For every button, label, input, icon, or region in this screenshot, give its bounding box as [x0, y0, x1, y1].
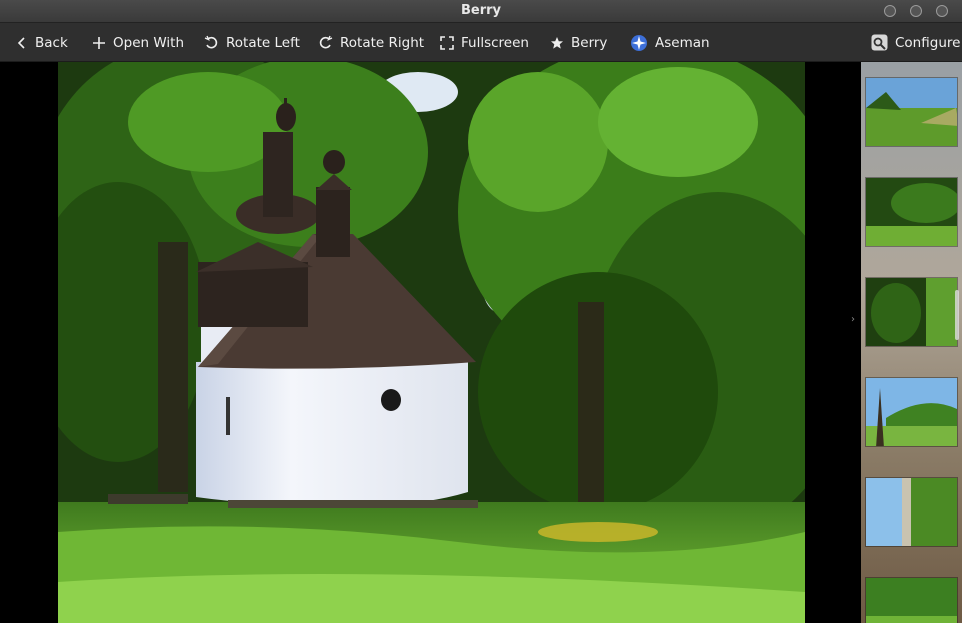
rotate-left-label: Rotate Left [226, 34, 300, 51]
rotate-left-icon [204, 35, 218, 49]
thumbnails-panel [861, 62, 962, 623]
close-button[interactable] [936, 5, 948, 17]
thumbnail-4[interactable] [865, 377, 958, 447]
aseman-label: Aseman [655, 34, 710, 51]
forest-clearing-thumbnail-icon [866, 178, 957, 246]
fullscreen-icon [440, 35, 454, 50]
panel-expand-arrow-icon[interactable]: › [851, 314, 855, 325]
fullscreen-label: Fullscreen [461, 34, 529, 51]
star-icon [551, 36, 563, 49]
configure-icon [871, 34, 888, 51]
configure-label: Configure [895, 34, 961, 51]
fullscreen-button[interactable]: Fullscreen [440, 23, 529, 62]
thumbnail-3[interactable] [865, 277, 958, 347]
thumbnail-5[interactable] [865, 477, 958, 547]
back-button[interactable]: Back [16, 23, 68, 62]
maximize-button[interactable] [910, 5, 922, 17]
chevron-left-icon [17, 36, 25, 49]
minimize-button[interactable] [884, 5, 896, 17]
berry-label: Berry [571, 34, 608, 51]
thumbnail-6[interactable] [865, 577, 958, 623]
church-photo-image [58, 62, 805, 623]
open-with-button[interactable]: Open With [92, 23, 184, 62]
aseman-logo-icon [631, 34, 647, 51]
rotate-left-button[interactable]: Rotate Left [204, 23, 300, 62]
rotated-forest-thumbnail-icon [866, 278, 957, 346]
open-with-label: Open With [113, 34, 185, 51]
berry-button[interactable]: Berry [550, 23, 607, 62]
configure-button[interactable]: Configure [871, 23, 960, 62]
thumbnail-1[interactable] [865, 77, 958, 147]
rotate-right-icon [319, 35, 333, 49]
aseman-button[interactable]: Aseman [630, 23, 710, 62]
thumbnails-scrollbar[interactable] [955, 290, 959, 340]
rotate-right-button[interactable]: Rotate Right [318, 23, 424, 62]
window-titlebar: Berry [0, 0, 962, 23]
main-photo [58, 62, 805, 623]
window-title: Berry [460, 3, 502, 18]
rotated-tree-sky-thumbnail-icon [866, 478, 957, 546]
rotate-right-label: Rotate Right [340, 34, 425, 51]
forest-edge-thumbnail-icon [866, 578, 957, 623]
back-label: Back [35, 34, 68, 51]
image-viewer[interactable] [0, 62, 861, 623]
hill-tree-thumbnail-icon [866, 378, 957, 446]
toolbar: Back Open With Rotate Left Rotate Right … [0, 23, 962, 62]
plus-icon [93, 36, 105, 49]
meadow-sky-thumbnail-icon [866, 78, 957, 146]
thumbnail-2[interactable] [865, 177, 958, 247]
